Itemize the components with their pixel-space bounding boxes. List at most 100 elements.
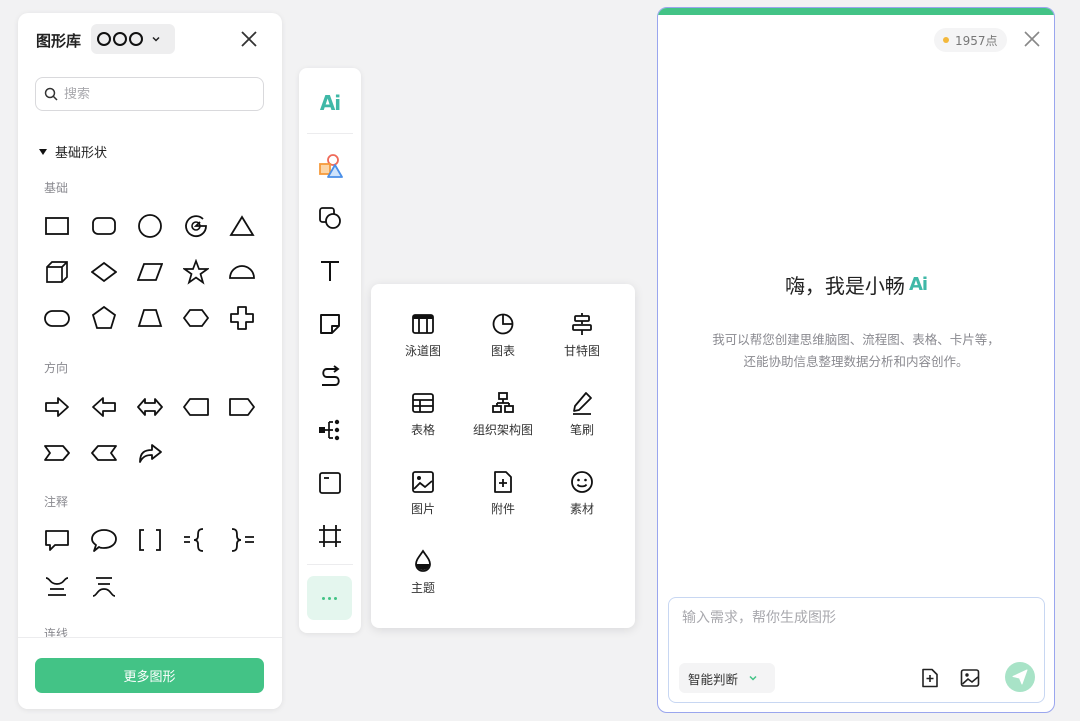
shape-library-panel: 图形库 基础形状 基础 方向 注释	[18, 13, 282, 709]
arrow-left-shape-icon[interactable]	[90, 393, 118, 421]
swimlane-item[interactable]: 泳道图	[383, 311, 463, 371]
more-icon[interactable]	[307, 576, 352, 620]
annotation-lines-top-shape-icon[interactable]	[43, 573, 71, 601]
search-input[interactable]	[64, 86, 244, 102]
rounded-rectangle-shape-icon[interactable]	[90, 212, 118, 240]
prompt-input[interactable]	[682, 607, 1032, 647]
shape-style-dropdown[interactable]	[91, 24, 175, 54]
vertical-toolbar: Ai	[299, 68, 361, 633]
attachment-item[interactable]: 附件	[463, 469, 543, 529]
circle-shape-icon[interactable]	[136, 212, 164, 240]
sticky-note-icon[interactable]	[316, 310, 344, 338]
brush-icon	[569, 390, 595, 416]
chevron-down-icon	[749, 675, 757, 681]
table-icon	[410, 390, 436, 416]
arrow-right-shape-icon[interactable]	[43, 393, 71, 421]
group-label-annotation: 注释	[44, 495, 69, 509]
ai-panel-accent-bar	[658, 8, 1054, 15]
section-basic-shapes[interactable]: 基础形状	[39, 142, 107, 161]
speech-bubble-oval-shape-icon[interactable]	[90, 526, 118, 554]
swimlane-icon	[410, 311, 436, 337]
frame-icon[interactable]	[316, 469, 344, 497]
crop-frame-icon[interactable]	[316, 522, 344, 550]
brackets-shape-icon[interactable]	[136, 526, 164, 554]
partial-circle-shape-icon[interactable]	[182, 212, 210, 240]
image-item[interactable]: 图片	[383, 469, 463, 529]
theme-drop-icon	[410, 548, 436, 574]
chevron-down-icon	[152, 36, 160, 42]
org-chart-icon	[490, 390, 516, 416]
ai-icon[interactable]: Ai	[316, 89, 344, 117]
rectangle-shape-icon[interactable]	[43, 212, 71, 240]
search-icon	[44, 87, 58, 101]
points-badge[interactable]: 1957点	[934, 28, 1007, 52]
shape-insert-icon[interactable]	[316, 204, 344, 232]
speech-bubble-rect-shape-icon[interactable]	[43, 526, 71, 554]
connector-icon[interactable]	[316, 363, 344, 391]
theme-item[interactable]: 主题	[383, 548, 463, 608]
chart-item[interactable]: 图表	[463, 311, 543, 371]
section-title: 基础形状	[55, 146, 108, 161]
shapes-icon[interactable]	[316, 152, 344, 180]
attach-image-icon[interactable]	[959, 667, 981, 689]
mindmap-icon[interactable]	[316, 416, 344, 444]
parallelogram-shape-icon[interactable]	[136, 258, 164, 286]
ai-greeting: 嗨，我是小畅 Ai	[658, 270, 1054, 299]
cross-shape-icon[interactable]	[228, 304, 256, 332]
trapezoid-shape-icon[interactable]	[136, 304, 164, 332]
gantt-item[interactable]: 甘特图	[542, 311, 622, 371]
greeting-text: 嗨，我是小畅	[784, 274, 905, 298]
arrow-both-shape-icon[interactable]	[136, 393, 164, 421]
text-icon[interactable]	[316, 257, 344, 285]
pentagon-shape-icon[interactable]	[90, 304, 118, 332]
annotation-lines-bottom-shape-icon[interactable]	[90, 573, 118, 601]
chevron-left-shape-icon[interactable]	[90, 439, 118, 467]
shape-library-title: 图形库	[36, 32, 82, 50]
close-icon[interactable]	[1022, 29, 1042, 49]
diamond-shape-icon[interactable]	[90, 258, 118, 286]
attachment-icon	[490, 469, 516, 495]
group-label-basic: 基础	[44, 181, 69, 195]
brace-left-shape-icon[interactable]	[182, 526, 210, 554]
more-tools-popup: 泳道图 图表 甘特图 表格 组织架构图 笔刷 图片 附件 素材 主题	[371, 284, 635, 628]
star-shape-icon[interactable]	[182, 258, 210, 286]
stadium-shape-icon[interactable]	[43, 304, 71, 332]
points-value: 1957点	[955, 33, 998, 48]
curved-arrow-shape-icon[interactable]	[136, 439, 164, 467]
toolbar-divider	[307, 564, 353, 565]
triangle-shape-icon[interactable]	[228, 212, 256, 240]
attach-file-icon[interactable]	[919, 667, 941, 689]
smiley-icon	[569, 469, 595, 495]
pentagon-left-shape-icon[interactable]	[182, 393, 210, 421]
brush-item[interactable]: 笔刷	[542, 390, 622, 450]
semicircle-shape-icon[interactable]	[228, 258, 256, 286]
toolbar-divider	[307, 133, 353, 134]
shape-library-footer: 更多图形	[18, 637, 282, 709]
send-button[interactable]	[1005, 662, 1035, 692]
chevron-right-shape-icon[interactable]	[43, 439, 71, 467]
mode-dropdown[interactable]: 智能判断	[679, 663, 775, 693]
points-dot-icon	[943, 37, 949, 43]
ai-assistant-panel: 1957点 嗨，我是小畅 Ai 我可以帮您创建思维脑图、流程图、表格、卡片等， …	[657, 7, 1055, 713]
gantt-icon	[569, 311, 595, 337]
description-line-1: 我可以帮您创建思维脑图、流程图、表格、卡片等，	[712, 332, 1000, 347]
shape-search-box[interactable]	[35, 77, 264, 111]
hexagon-shape-icon[interactable]	[182, 304, 210, 332]
mode-label: 智能判断	[688, 671, 739, 687]
pentagon-right-shape-icon[interactable]	[228, 393, 256, 421]
table-item[interactable]: 表格	[383, 390, 463, 450]
cube-shape-icon[interactable]	[43, 258, 71, 286]
image-icon	[410, 469, 436, 495]
ai-input-box: 智能判断	[668, 597, 1045, 703]
material-item[interactable]: 素材	[542, 469, 622, 529]
description-line-2: 还能协助信息整理数据分析和内容创作。	[743, 354, 969, 369]
circle-style-icon	[97, 32, 143, 46]
close-icon[interactable]	[239, 29, 259, 49]
caret-down-icon	[39, 148, 47, 155]
brace-right-shape-icon[interactable]	[228, 526, 256, 554]
group-label-direction: 方向	[44, 361, 69, 375]
ai-badge-icon: Ai	[908, 274, 928, 295]
ai-description: 我可以帮您创建思维脑图、流程图、表格、卡片等， 还能协助信息整理数据分析和内容创…	[658, 329, 1054, 373]
more-shapes-button[interactable]: 更多图形	[35, 658, 264, 693]
org-chart-item[interactable]: 组织架构图	[463, 390, 543, 450]
